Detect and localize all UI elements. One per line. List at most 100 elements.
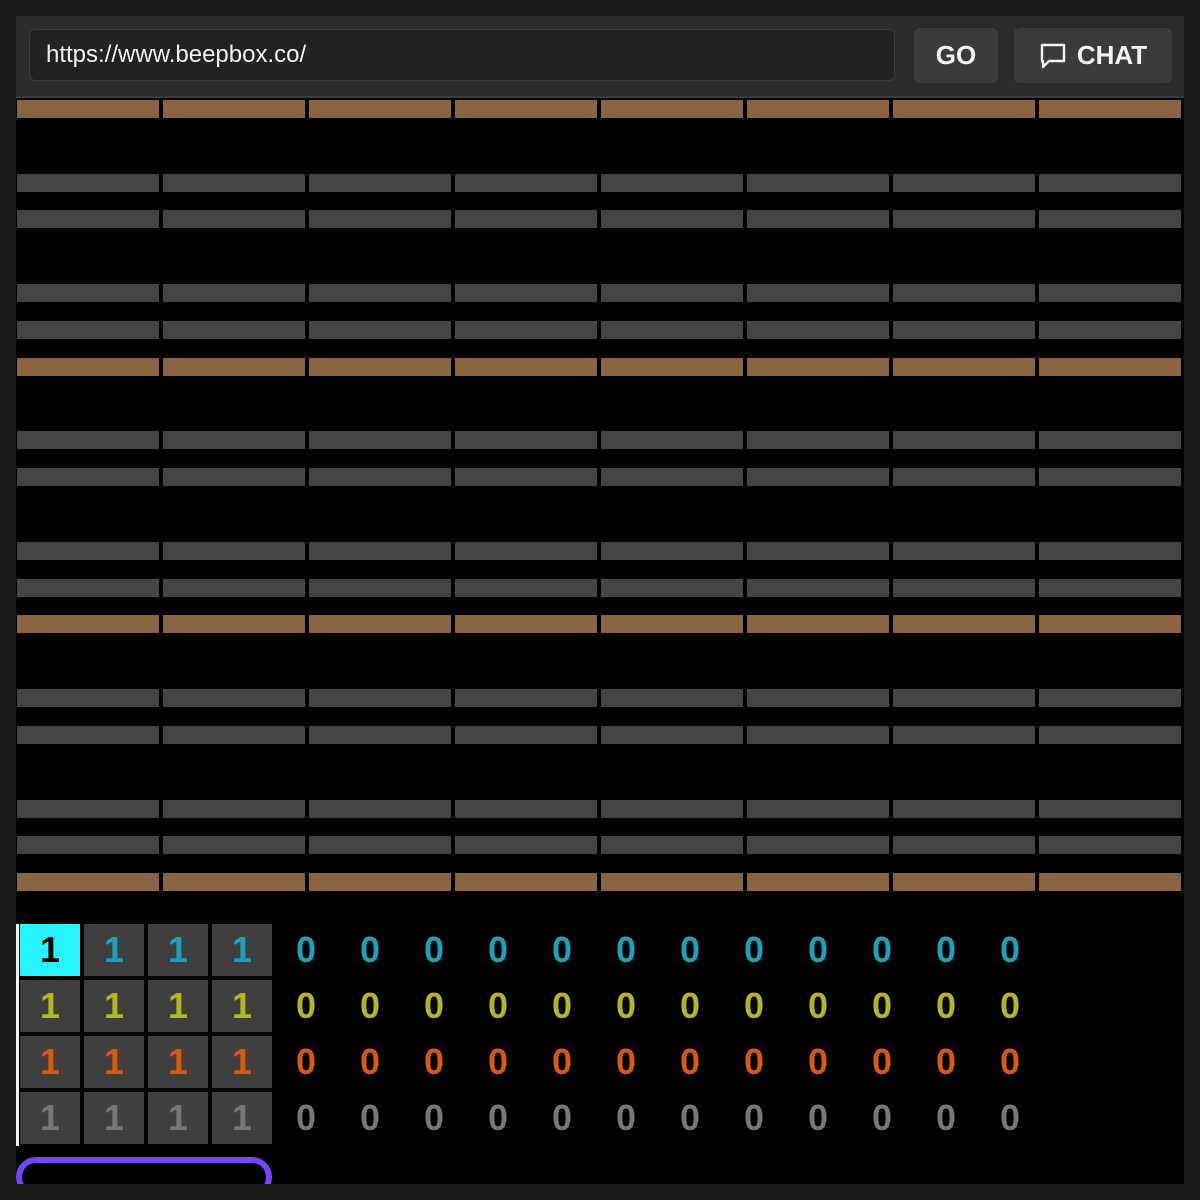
note-cell[interactable] [309, 284, 451, 302]
note-cell[interactable] [163, 431, 305, 449]
note-cell[interactable] [17, 174, 159, 192]
pattern-cell[interactable]: 1 [84, 980, 144, 1032]
note-cell[interactable] [747, 321, 889, 339]
note-cell[interactable] [893, 726, 1035, 744]
note-cell[interactable] [455, 100, 597, 118]
pattern-cell[interactable]: 0 [916, 980, 976, 1032]
note-cell[interactable] [1039, 689, 1181, 707]
note-row[interactable] [16, 321, 1184, 339]
pattern-cell[interactable]: 0 [596, 1036, 656, 1088]
note-cell[interactable] [747, 689, 889, 707]
note-cell[interactable] [455, 321, 597, 339]
note-cell[interactable] [1039, 615, 1181, 633]
note-cell[interactable] [163, 615, 305, 633]
note-cell[interactable] [455, 210, 597, 228]
pattern-cell[interactable]: 0 [980, 924, 1040, 976]
pattern-editor-grid[interactable] [16, 100, 1184, 910]
note-cell[interactable] [163, 210, 305, 228]
pattern-cell[interactable]: 0 [404, 1092, 464, 1144]
note-cell[interactable] [1039, 800, 1181, 818]
note-cell[interactable] [455, 615, 597, 633]
note-cell[interactable] [601, 358, 743, 376]
pattern-cell[interactable]: 0 [788, 924, 848, 976]
note-cell[interactable] [747, 468, 889, 486]
note-cell[interactable] [163, 873, 305, 891]
note-cell[interactable] [893, 284, 1035, 302]
pattern-cell[interactable]: 0 [724, 924, 784, 976]
pattern-cell[interactable]: 1 [20, 924, 80, 976]
pattern-cell[interactable]: 0 [724, 1092, 784, 1144]
pattern-cell[interactable]: 0 [788, 980, 848, 1032]
pattern-cell[interactable]: 1 [212, 980, 272, 1032]
pattern-cell[interactable]: 0 [660, 1092, 720, 1144]
note-cell[interactable] [601, 836, 743, 854]
pattern-cell[interactable]: 0 [276, 980, 336, 1032]
pattern-cell[interactable]: 0 [788, 1036, 848, 1088]
note-cell[interactable] [747, 873, 889, 891]
note-cell[interactable] [747, 726, 889, 744]
note-cell[interactable] [1039, 431, 1181, 449]
pattern-cell[interactable]: 0 [532, 1036, 592, 1088]
pattern-cell[interactable]: 0 [404, 980, 464, 1032]
note-cell[interactable] [747, 100, 889, 118]
pattern-cell[interactable]: 0 [852, 980, 912, 1032]
note-cell[interactable] [455, 726, 597, 744]
pattern-cell[interactable]: 0 [340, 1036, 400, 1088]
note-row[interactable] [16, 542, 1184, 560]
note-cell[interactable] [309, 726, 451, 744]
pattern-cell[interactable]: 1 [212, 1092, 272, 1144]
pattern-cell[interactable]: 0 [852, 1036, 912, 1088]
note-cell[interactable] [601, 579, 743, 597]
pattern-cell[interactable]: 0 [468, 924, 528, 976]
note-cell[interactable] [747, 431, 889, 449]
note-cell[interactable] [17, 542, 159, 560]
pattern-cell[interactable]: 1 [20, 980, 80, 1032]
note-cell[interactable] [1039, 284, 1181, 302]
note-cell[interactable] [893, 321, 1035, 339]
note-cell[interactable] [601, 100, 743, 118]
pattern-cell[interactable]: 1 [148, 924, 208, 976]
note-cell[interactable] [309, 358, 451, 376]
pattern-cell[interactable]: 0 [340, 924, 400, 976]
pattern-cell[interactable]: 1 [84, 1092, 144, 1144]
note-cell[interactable] [455, 358, 597, 376]
note-cell[interactable] [163, 800, 305, 818]
note-cell[interactable] [17, 579, 159, 597]
note-cell[interactable] [601, 468, 743, 486]
note-cell[interactable] [747, 615, 889, 633]
note-cell[interactable] [601, 321, 743, 339]
note-cell[interactable] [17, 689, 159, 707]
note-cell[interactable] [163, 468, 305, 486]
pattern-cell[interactable]: 0 [596, 980, 656, 1032]
note-cell[interactable] [747, 542, 889, 560]
note-cell[interactable] [455, 836, 597, 854]
pattern-cell[interactable]: 0 [404, 1036, 464, 1088]
note-cell[interactable] [163, 100, 305, 118]
pattern-cell[interactable]: 1 [20, 1092, 80, 1144]
pattern-cell[interactable]: 1 [212, 924, 272, 976]
pattern-cell[interactable]: 1 [148, 1092, 208, 1144]
pattern-cell[interactable]: 0 [852, 924, 912, 976]
note-cell[interactable] [163, 689, 305, 707]
note-cell[interactable] [1039, 210, 1181, 228]
note-cell[interactable] [601, 431, 743, 449]
pattern-cell[interactable]: 0 [724, 980, 784, 1032]
note-cell[interactable] [601, 174, 743, 192]
pattern-cell[interactable]: 0 [916, 1036, 976, 1088]
note-cell[interactable] [1039, 358, 1181, 376]
note-cell[interactable] [455, 800, 597, 818]
note-cell[interactable] [747, 174, 889, 192]
note-cell[interactable] [601, 800, 743, 818]
note-cell[interactable] [1039, 542, 1181, 560]
note-row[interactable] [16, 579, 1184, 597]
pattern-cell[interactable]: 0 [852, 1092, 912, 1144]
note-cell[interactable] [309, 542, 451, 560]
note-cell[interactable] [1039, 174, 1181, 192]
pattern-cell[interactable]: 1 [84, 924, 144, 976]
pattern-cell[interactable]: 0 [660, 1036, 720, 1088]
pattern-cell[interactable]: 1 [84, 1036, 144, 1088]
pattern-cell[interactable]: 0 [532, 980, 592, 1032]
note-cell[interactable] [601, 873, 743, 891]
note-cell[interactable] [747, 579, 889, 597]
note-cell[interactable] [17, 615, 159, 633]
